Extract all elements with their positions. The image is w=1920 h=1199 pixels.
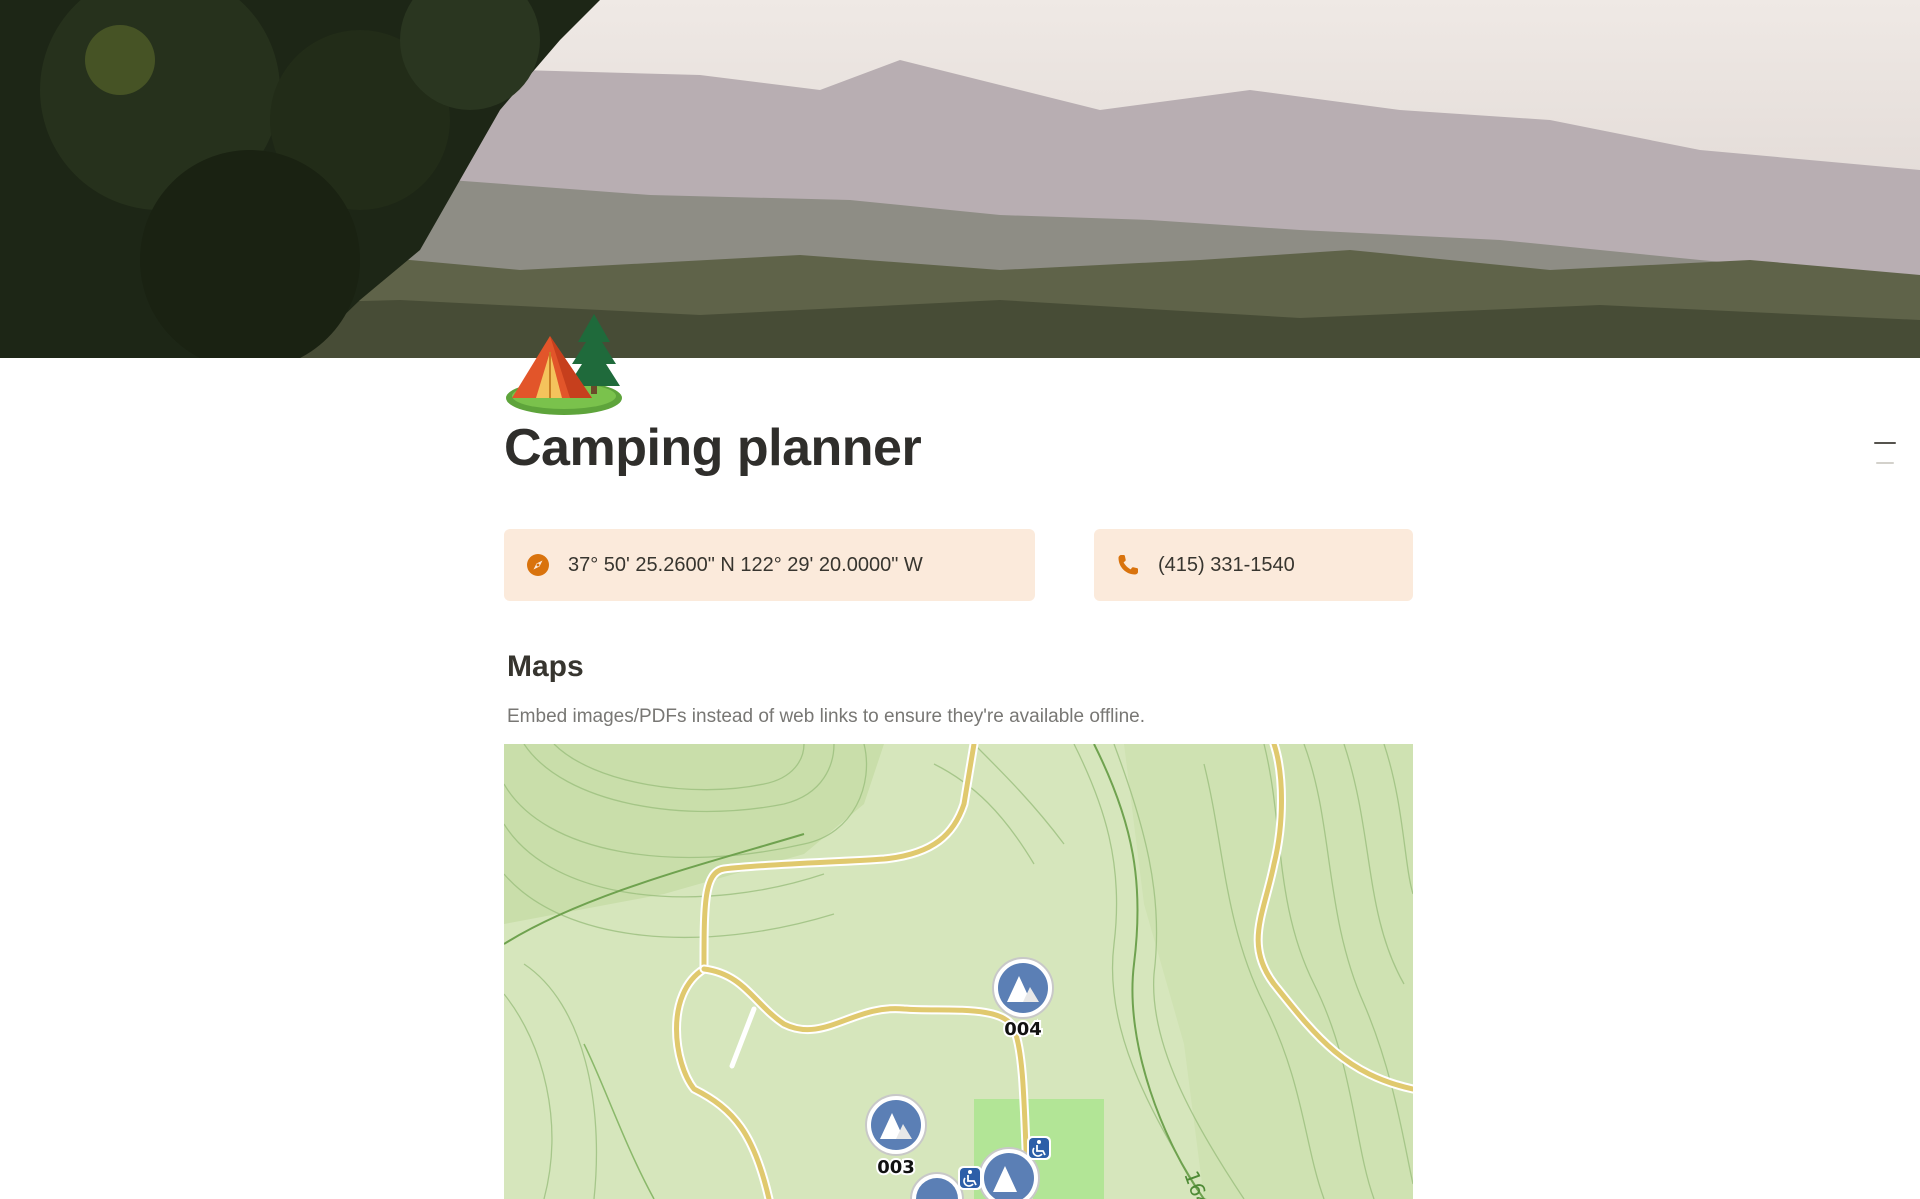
campground-map-image[interactable]: 164 ft 004 003 — [504, 744, 1413, 1199]
phone-icon — [1114, 551, 1142, 579]
cover-image — [0, 0, 1920, 358]
camping-tent-icon[interactable] — [500, 306, 630, 416]
table-of-contents-toggle[interactable] — [1874, 442, 1896, 466]
campsite-004-label: 004 — [1004, 1019, 1042, 1040]
campsite-003-label: 003 — [877, 1157, 915, 1178]
coordinates-text: 37° 50' 25.2600" N 122° 29' 20.0000" W — [568, 553, 923, 576]
accessible-icon — [958, 1166, 982, 1190]
maps-heading[interactable]: Maps — [507, 650, 584, 684]
compass-icon — [524, 551, 552, 579]
accessible-icon-2 — [1027, 1136, 1051, 1160]
maps-description[interactable]: Embed images/PDFs instead of web links t… — [507, 706, 1145, 728]
page-title[interactable]: Camping planner — [504, 418, 922, 478]
phone-number-text: (415) 331-1540 — [1158, 553, 1295, 576]
location-callout[interactable]: 37° 50' 25.2600" N 122° 29' 20.0000" W — [504, 529, 1035, 601]
phone-callout[interactable]: (415) 331-1540 — [1094, 529, 1413, 601]
